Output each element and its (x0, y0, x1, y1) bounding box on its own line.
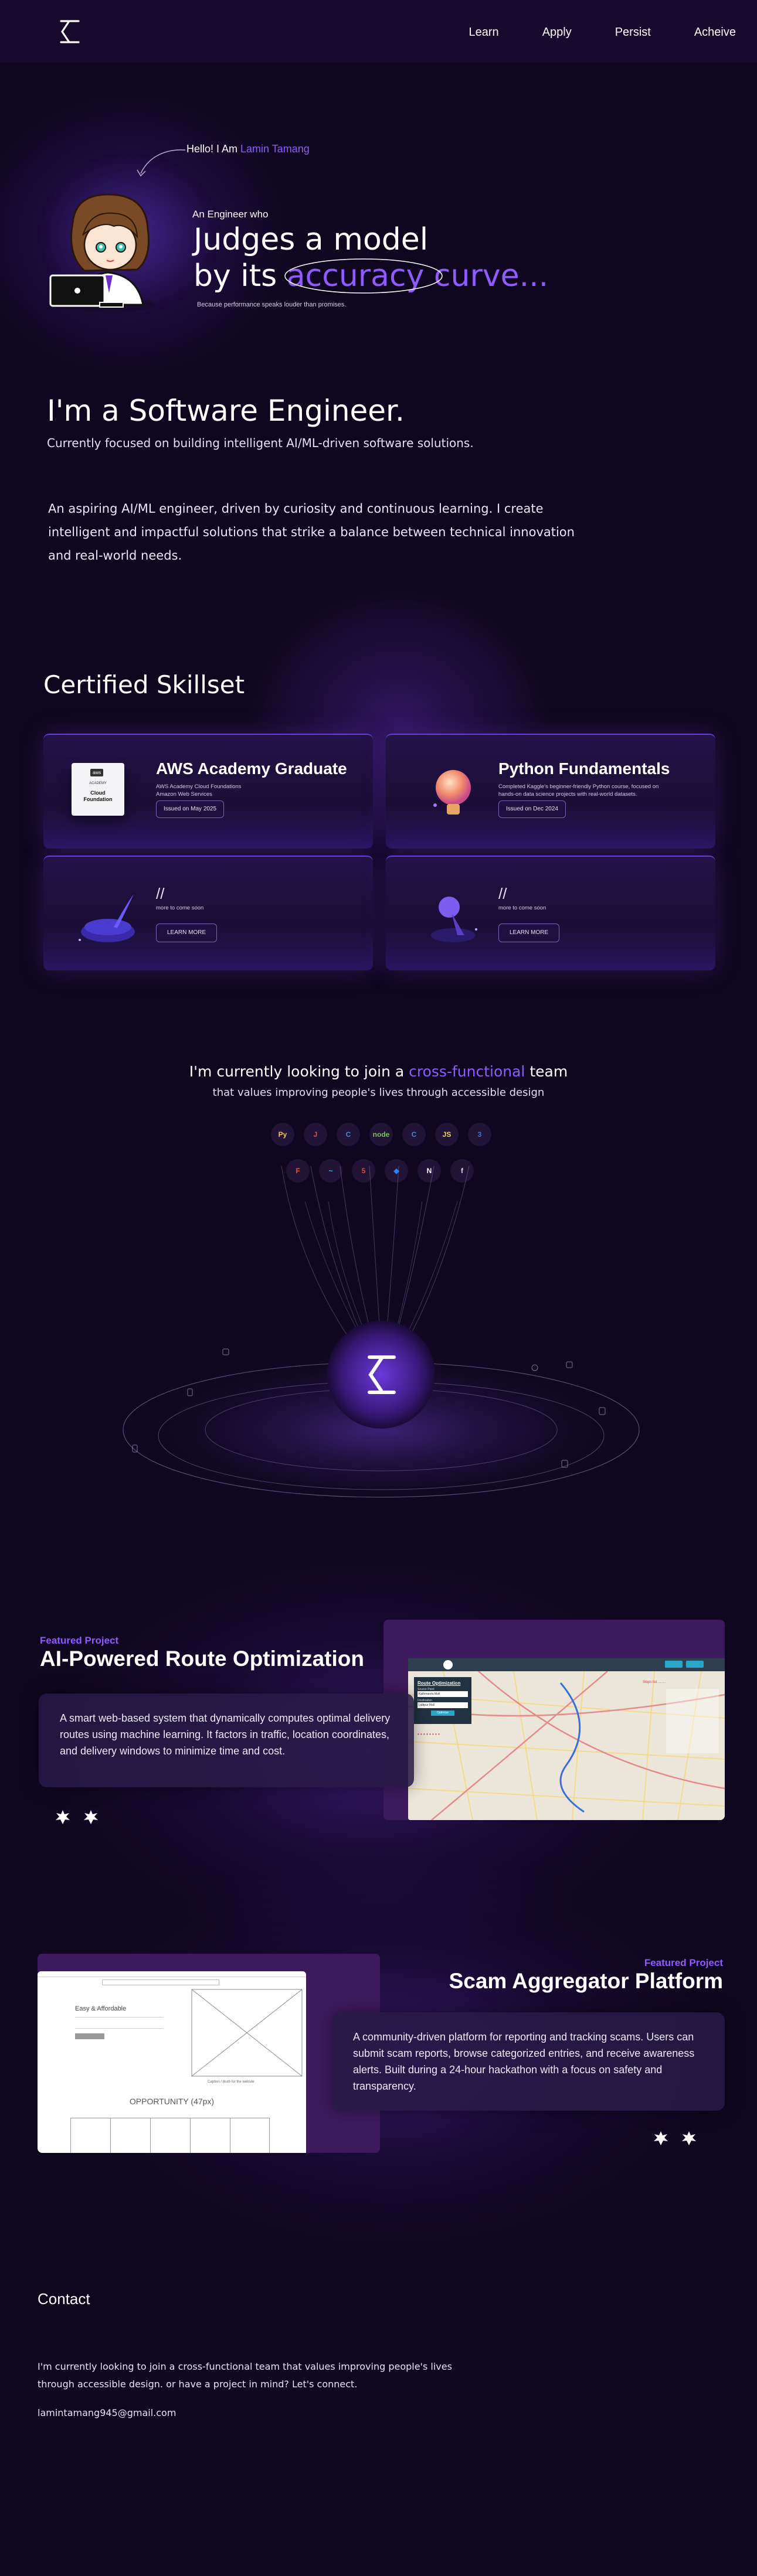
cert-issued-python-button[interactable]: Issued on Dec 2024 (498, 800, 566, 818)
headline-prefix: by its (194, 258, 287, 294)
contact-title: Contact (38, 2290, 90, 2308)
project2-wireframe: Easy & Affordable Caption / blurb for th… (38, 1971, 306, 2153)
aws-badge-foundation: Foundation (83, 796, 113, 802)
project1-map-window: • • • • • • • • Stops list ........ Rout… (408, 1658, 725, 1820)
project2-description: A community-driven platform for reportin… (332, 2012, 725, 2111)
team-subline: that values improving people's lives thr… (212, 1086, 545, 1099)
headline-suffix: ... (519, 258, 549, 294)
svg-text:• • • • • • • •: • • • • • • • • (417, 1732, 440, 1737)
external-link-icon[interactable] (82, 1808, 100, 1826)
project2-wire-caption: Caption / blurb for the website (208, 2080, 254, 2084)
contact-email-link[interactable]: lamintamang945@gmail.com (38, 2407, 176, 2418)
project2-title: Scam Aggregator Platform (449, 1969, 723, 1993)
github-icon[interactable] (54, 1808, 72, 1826)
project2-wire-text (75, 2017, 163, 2029)
project1-app-logo (443, 1660, 453, 1669)
hello-prefix: Hello! I Am (186, 143, 241, 155)
team-suffix: team (525, 1063, 568, 1080)
aws-badge: aws ACADEMY Cloud Foundation (72, 763, 124, 816)
cert-title-python: Python Fundamentals (498, 759, 670, 778)
nav-learn[interactable]: Learn (469, 26, 499, 39)
project2-label: Featured Project (644, 1957, 723, 1968)
github-icon[interactable] (652, 2129, 670, 2147)
aws-badge-cloud: Cloud (90, 790, 106, 796)
coming-soon-text-1: more to come soon (156, 905, 204, 911)
accuracy-ellipse-decoration (284, 258, 443, 294)
javascript-icon: JS (435, 1123, 459, 1146)
project2-wire-button (75, 2033, 104, 2039)
project1-app-btn-2 (686, 1661, 704, 1668)
learn-more-button-2[interactable]: LEARN MORE (498, 924, 560, 942)
node-icon: node (369, 1123, 393, 1146)
project1-field2[interactable]: Lalitpur Mall (417, 1702, 468, 1708)
hero-headline-line1: Judges a model (194, 222, 429, 257)
project1-field1[interactable]: Kathmandu Mall (417, 1691, 468, 1697)
cert-desc-python: Completed Kaggle's beginner-friendly Pyt… (498, 783, 659, 798)
nav-links: Learn Apply Persist Acheive (426, 26, 736, 39)
nav-acheive[interactable]: Acheive (694, 26, 736, 39)
project2-wire-topbar (38, 1971, 306, 1977)
cert-desc-aws: AWS Academy Cloud Foundations Amazon Web… (156, 783, 242, 798)
project1-panel-title: Route Optimization (417, 1681, 461, 1686)
project2-wire-grid (70, 2118, 270, 2153)
cert-card-python[interactable]: Python Fundamentals Completed Kaggle's b… (386, 734, 715, 849)
project1-label: Featured Project (40, 1635, 119, 1646)
project1-description: A smart web-based system that dynamicall… (39, 1694, 414, 1787)
cpp-icon: C (402, 1123, 426, 1146)
curved-arrow-icon (137, 149, 186, 177)
orbit-illustration (123, 1166, 640, 1512)
python-icon: Py (271, 1123, 294, 1146)
project1-route-panel: Route Optimization Source Point Kathmand… (414, 1677, 471, 1724)
c-icon: C (337, 1123, 360, 1146)
aws-badge-logo: aws (90, 769, 104, 776)
css-icon: 3 (468, 1123, 491, 1146)
contact-text: I'm currently looking to join a cross-fu… (38, 2361, 452, 2390)
site-logo[interactable] (56, 18, 84, 46)
hello-name: Lamin Tamang (240, 143, 310, 155)
quill-ink-icon (79, 894, 135, 942)
about-description: An aspiring AI/ML engineer, driven by cu… (48, 502, 575, 563)
project2-screenshot[interactable]: Easy & Affordable Caption / blurb for th… (38, 1954, 380, 2153)
learn-more-button-1[interactable]: LEARN MORE (156, 924, 218, 942)
project2-wire-image (191, 1989, 303, 2077)
hero-intro: An Engineer who (192, 209, 269, 220)
aws-badge-academy: ACADEMY (89, 782, 107, 785)
project1-screenshot[interactable]: • • • • • • • • Stops list ........ Rout… (383, 1620, 725, 1820)
svg-text:Stops list ........: Stops list ........ (643, 1681, 666, 1684)
cert-card-coming-soon-1[interactable]: // more to come soon LEARN MORE (43, 856, 373, 970)
python-orb-icon (433, 770, 471, 815)
nav-apply[interactable]: Apply (542, 26, 572, 39)
project2-wire-hero-title: Easy & Affordable (75, 2005, 127, 2012)
project1-optimize-button[interactable]: Optimize (431, 1710, 454, 1716)
about-title: I'm a Software Engineer. (47, 394, 405, 428)
coming-soon-text-2: more to come soon (498, 905, 546, 911)
project1-app-btn-1 (665, 1661, 683, 1668)
team-headline: I'm currently looking to join a cross-fu… (0, 1063, 757, 1080)
project1-title: AI-Powered Route Optimization (40, 1647, 364, 1671)
about-subtitle: Currently focused on building intelligen… (47, 436, 474, 450)
hello-text: Hello! I Am Lamin Tamang (186, 143, 310, 155)
java-icon: J (304, 1123, 327, 1146)
nav-persist[interactable]: Persist (615, 26, 651, 39)
avatar-illustration (49, 193, 155, 313)
project2-wire-nav (102, 1979, 219, 1985)
top-navbar: Learn Apply Persist Acheive (0, 0, 757, 62)
coming-soon-slash-2: // (498, 885, 507, 902)
project2-wire-section-title: OPPORTUNITY (47px) (129, 2097, 215, 2106)
external-link-icon[interactable] (680, 2129, 698, 2147)
hero-tagline: Because performance speaks louder than p… (197, 301, 347, 308)
team-prefix: I'm currently looking to join a (189, 1063, 409, 1080)
cert-card-aws[interactable]: aws ACADEMY Cloud Foundation AWS Academy… (43, 734, 373, 849)
cert-card-coming-soon-2[interactable]: // more to come soon LEARN MORE (386, 856, 715, 970)
team-accent: cross-functional (409, 1063, 525, 1080)
cert-issued-aws-button[interactable]: Issued on May 2025 (156, 800, 225, 818)
pushpin-icon (431, 897, 477, 942)
coming-soon-slash-1: // (156, 885, 165, 902)
project1-app-bar (408, 1658, 725, 1671)
cert-title-aws: AWS Academy Graduate (156, 759, 347, 778)
cert-section-title: Certified Skillset (43, 670, 245, 699)
